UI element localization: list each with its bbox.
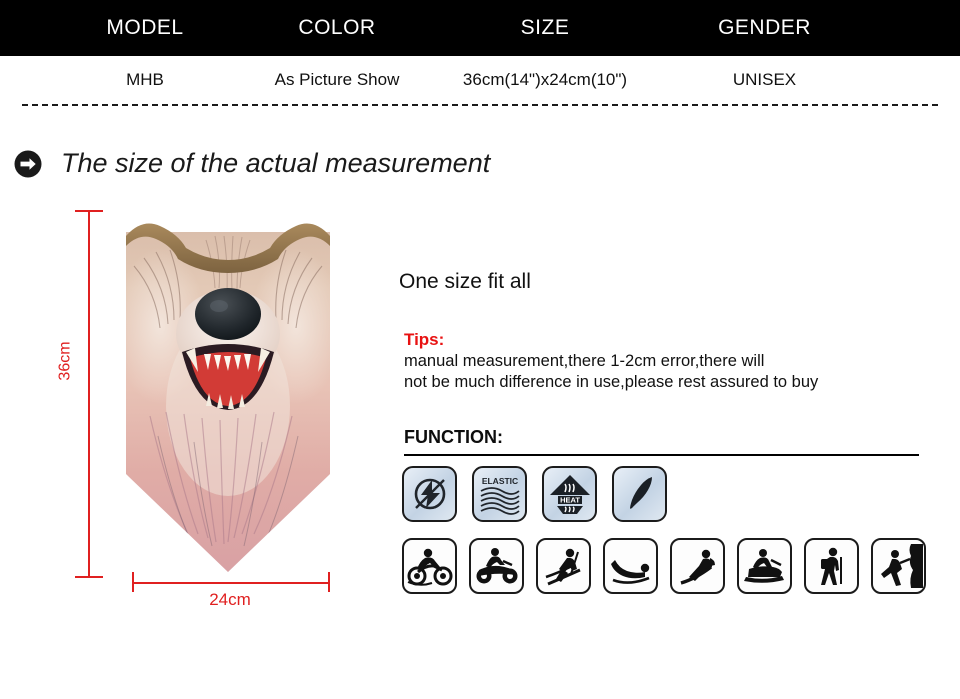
spec-header-model: MODEL — [106, 16, 184, 39]
height-measure-cap-bottom — [75, 576, 103, 578]
spec-value-color: As Picture Show — [274, 70, 400, 89]
snowboarding-icon — [670, 538, 725, 594]
spec-table-row: MHB As Picture Show 36cm(14")x24cm(10") … — [0, 56, 960, 101]
elastic-icon-label: ELASTIC — [481, 476, 517, 486]
heat-retention-icon: HEAT — [542, 466, 597, 522]
product-image — [120, 206, 336, 578]
feature-icon-row: ELASTIC HEAT — [402, 466, 667, 522]
spec-header-size: SIZE — [520, 16, 570, 39]
height-measure-label: 36cm — [56, 341, 74, 381]
elastic-icon: ELASTIC — [472, 466, 527, 522]
heat-icon-label: HEAT — [560, 496, 580, 505]
sledding-icon — [603, 538, 658, 594]
tips-block: Tips: manual measurement,there 1-2cm err… — [404, 330, 924, 393]
spec-header-gender: GENDER — [718, 16, 811, 39]
lightweight-feather-icon — [612, 466, 667, 522]
tips-line-1: manual measurement,there 1-2cm error,the… — [404, 352, 765, 370]
spec-value-gender: UNISEX — [732, 70, 797, 89]
section-heading: The size of the actual measurement — [14, 148, 490, 179]
snowmobile-icon — [737, 538, 792, 594]
rock-climbing-icon — [871, 538, 926, 594]
spec-table-header: MODEL COLOR SIZE GENDER — [0, 0, 960, 56]
motorcycle-icon — [402, 538, 457, 594]
atv-quad-bike-icon — [469, 538, 524, 594]
dashed-divider — [22, 104, 938, 106]
skiing-icon — [536, 538, 591, 594]
function-label: FUNCTION: — [404, 427, 503, 447]
circle-arrow-right-icon — [14, 150, 42, 178]
function-underline — [404, 454, 919, 456]
spec-header-color: COLOR — [298, 16, 376, 39]
spec-value-model: MHB — [126, 70, 164, 89]
hiking-icon — [804, 538, 859, 594]
width-measure-cap-right — [328, 572, 330, 592]
one-size-text: One size fit all — [399, 270, 531, 293]
sport-icon-row — [402, 538, 926, 594]
tips-title: Tips: — [404, 330, 445, 349]
section-title: The size of the actual measurement — [61, 148, 491, 178]
tips-line-2: not be much difference in use,please res… — [404, 373, 819, 391]
width-measure-line — [132, 582, 328, 584]
height-measure-line — [88, 210, 90, 578]
width-measure-label: 24cm — [209, 590, 251, 609]
spec-value-size: 36cm(14")x24cm(10") — [462, 70, 628, 89]
anti-static-icon — [402, 466, 457, 522]
